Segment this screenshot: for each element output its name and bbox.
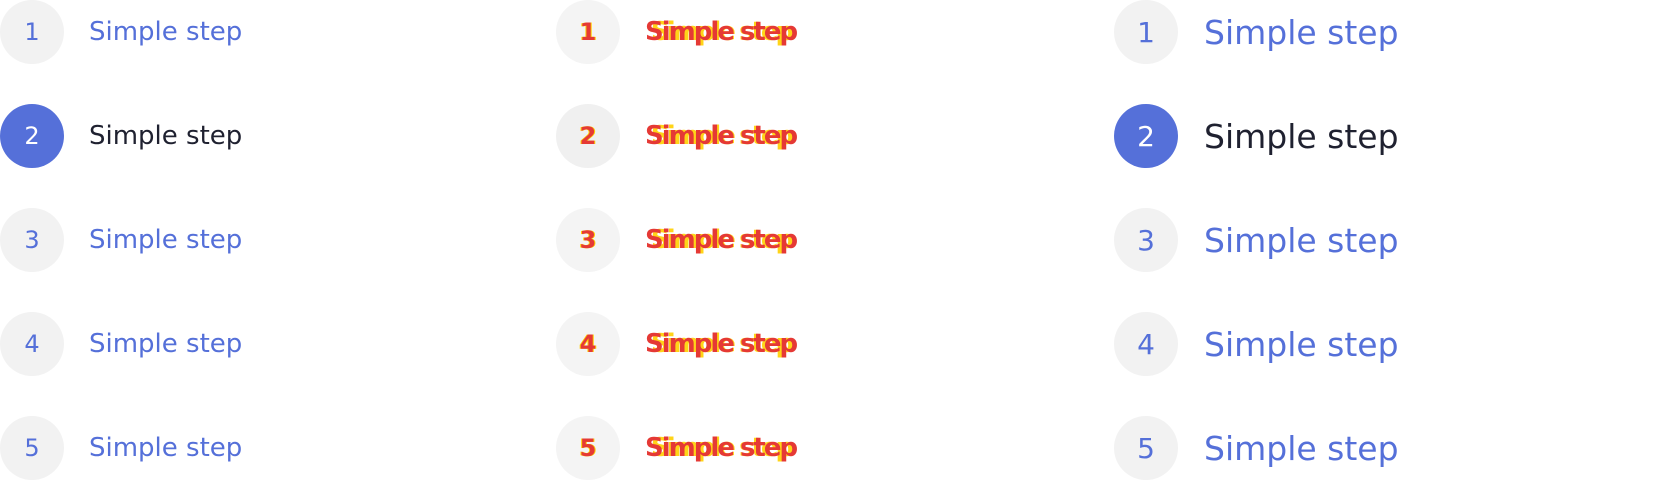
step-number-circle: 5: [556, 416, 620, 480]
step-label: Simple step: [89, 121, 243, 151]
stepper-comparison: 1 Simple step 2 Simple step 3 Simple ste…: [0, 0, 1668, 480]
middle-step-4[interactable]: 4 Simple step Simple step: [556, 312, 798, 376]
middle-step-3[interactable]: 3 Simple step Simple step: [556, 208, 798, 272]
step-number-circle: 4: [1114, 312, 1178, 376]
step-number-circle: 3: [1114, 208, 1178, 272]
right-step-2[interactable]: 2 Simple step: [1114, 104, 1399, 168]
left-step-5[interactable]: 5 Simple step: [0, 416, 242, 480]
step-label-front: Simple step: [645, 433, 798, 463]
step-label: Simple step: [89, 433, 243, 463]
step-number-circle: 2: [1114, 104, 1178, 168]
step-label-front: Simple step: [645, 225, 798, 255]
middle-step-1[interactable]: 1 Simple step Simple step: [556, 0, 798, 64]
step-number-circle: 5: [0, 416, 64, 480]
step-label-front: Simple step: [645, 121, 798, 151]
step-number-circle: 1: [1114, 0, 1178, 64]
right-step-4[interactable]: 4 Simple step: [1114, 312, 1399, 376]
left-step-1[interactable]: 1 Simple step: [0, 0, 242, 64]
step-label-front: Simple step: [645, 329, 798, 359]
step-label: Simple step Simple step: [645, 433, 798, 463]
step-label: Simple step Simple step: [645, 17, 798, 47]
step-number-circle: 2: [0, 104, 64, 168]
step-label: Simple step: [1204, 12, 1399, 52]
step-label: Simple step: [1204, 428, 1399, 468]
step-label: Simple step: [1204, 220, 1399, 260]
right-step-3[interactable]: 3 Simple step: [1114, 208, 1399, 272]
middle-step-5[interactable]: 5 Simple step Simple step: [556, 416, 798, 480]
step-number-circle: 2: [556, 104, 620, 168]
left-step-4[interactable]: 4 Simple step: [0, 312, 242, 376]
step-number-circle: 4: [0, 312, 64, 376]
step-number-circle: 3: [0, 208, 64, 272]
step-number-circle: 3: [556, 208, 620, 272]
step-label: Simple step: [89, 17, 243, 47]
step-label: Simple step Simple step: [645, 329, 798, 359]
right-step-1[interactable]: 1 Simple step: [1114, 0, 1399, 64]
step-label: Simple step: [1204, 324, 1399, 364]
step-number-circle: 1: [556, 0, 620, 64]
step-label: Simple step: [1204, 116, 1399, 156]
step-label: Simple step: [89, 225, 243, 255]
step-number-circle: 4: [556, 312, 620, 376]
step-label: Simple step Simple step: [645, 225, 798, 255]
step-number-circle: 5: [1114, 416, 1178, 480]
left-step-2[interactable]: 2 Simple step: [0, 104, 242, 168]
right-step-5[interactable]: 5 Simple step: [1114, 416, 1399, 480]
left-step-3[interactable]: 3 Simple step: [0, 208, 242, 272]
step-label: Simple step: [89, 329, 243, 359]
step-number-circle: 1: [0, 0, 64, 64]
step-label: Simple step Simple step: [645, 121, 798, 151]
middle-step-2[interactable]: 2 Simple step Simple step: [556, 104, 798, 168]
step-label-front: Simple step: [645, 17, 798, 47]
